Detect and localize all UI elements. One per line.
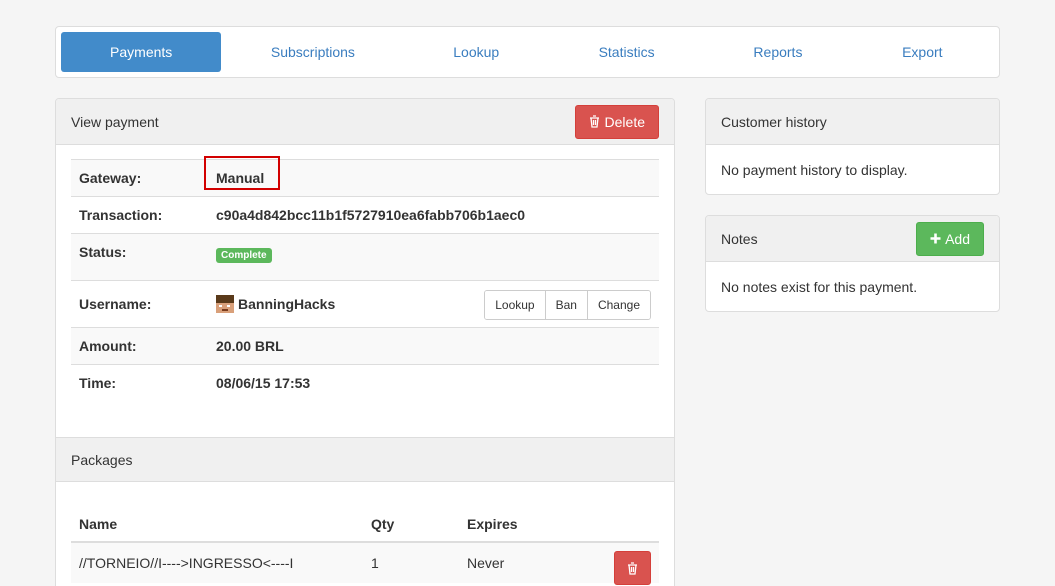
view-payment-panel: View payment Delete Gateway: Manual Tran… <box>55 98 675 586</box>
tab-subscriptions[interactable]: Subscriptions <box>221 32 404 72</box>
time-row: Time: 08/06/15 17:53 <box>71 364 659 401</box>
customer-history-heading: Customer history <box>706 99 999 145</box>
time-label: Time: <box>79 375 117 391</box>
package-name: //TORNEIO//I---->INGRESSO<----I <box>79 555 294 571</box>
payment-details-table: Gateway: Manual Transaction: c90a4d842bc… <box>71 156 659 401</box>
highlight-box <box>204 156 280 190</box>
status-badge: Complete <box>216 248 272 263</box>
notes-panel: Notes Add No notes exist for this paymen… <box>705 215 1000 312</box>
trash-icon <box>589 115 600 128</box>
customer-history-title: Customer history <box>721 113 827 130</box>
username-value: BanningHacks <box>238 296 336 312</box>
view-payment-heading: View payment Delete <box>56 99 674 145</box>
packages-table: Name Qty Expires //TORNEIO//I---->INGRES… <box>71 506 659 585</box>
tab-reports[interactable]: Reports <box>705 32 850 72</box>
notes-empty: No notes exist for this payment. <box>721 278 918 295</box>
amount-value: 20.00 BRL <box>216 338 284 354</box>
notes-heading: Notes Add <box>706 216 999 262</box>
plus-icon <box>930 233 941 244</box>
tab-export[interactable]: Export <box>851 32 994 72</box>
table-row: //TORNEIO//I---->INGRESSO<----I 1 Never <box>71 543 659 585</box>
view-payment-title: View payment <box>71 113 159 130</box>
delete-package-button[interactable] <box>614 551 651 585</box>
tab-payments[interactable]: Payments <box>61 32 222 72</box>
username-row: Username: BanningHacks Lookup Ban Change <box>71 280 659 327</box>
packages-title: Packages <box>71 451 133 468</box>
transaction-row: Transaction: c90a4d842bcc11b1f5727910ea6… <box>71 196 659 233</box>
transaction-value: c90a4d842bcc11b1f5727910ea6fabb706b1aec0 <box>216 207 526 223</box>
customer-history-panel: Customer history No payment history to d… <box>705 98 1000 195</box>
gateway-label: Gateway: <box>79 170 142 186</box>
time-value: 08/06/15 17:53 <box>216 375 311 391</box>
notes-body: No notes exist for this payment. <box>706 262 999 311</box>
packages-table-header: Name Qty Expires <box>71 506 659 543</box>
avatar <box>216 295 234 313</box>
trash-icon <box>627 561 638 575</box>
amount-label: Amount: <box>79 338 137 354</box>
tab-lookup[interactable]: Lookup <box>405 32 548 72</box>
add-note-button[interactable]: Add <box>916 221 984 256</box>
amount-row: Amount: 20.00 BRL <box>71 327 659 364</box>
user-action-group: Lookup Ban Change <box>484 290 651 320</box>
transaction-label: Transaction: <box>79 207 163 223</box>
change-user-button[interactable]: Change <box>587 291 650 319</box>
package-qty: 1 <box>371 555 379 571</box>
add-label: Add <box>945 230 970 247</box>
status-row: Status: Complete <box>71 233 659 280</box>
username-label: Username: <box>79 296 152 312</box>
notes-title: Notes <box>721 230 758 247</box>
customer-history-empty: No payment history to display. <box>721 161 908 178</box>
lookup-user-button[interactable]: Lookup <box>485 291 546 319</box>
tab-statistics[interactable]: Statistics <box>548 32 705 72</box>
status-label: Status: <box>79 244 127 260</box>
column-qty: Qty <box>371 515 395 532</box>
package-expires: Never <box>467 555 505 571</box>
packages-heading: Packages <box>56 437 674 482</box>
column-expires: Expires <box>467 515 518 532</box>
column-name: Name <box>79 515 118 532</box>
customer-history-body: No payment history to display. <box>706 145 999 194</box>
ban-user-button[interactable]: Ban <box>545 291 588 319</box>
top-nav: Payments Subscriptions Lookup Statistics… <box>55 26 1000 78</box>
gateway-row: Gateway: Manual <box>71 156 659 196</box>
delete-payment-button[interactable]: Delete <box>574 104 659 139</box>
delete-label: Delete <box>604 113 645 130</box>
